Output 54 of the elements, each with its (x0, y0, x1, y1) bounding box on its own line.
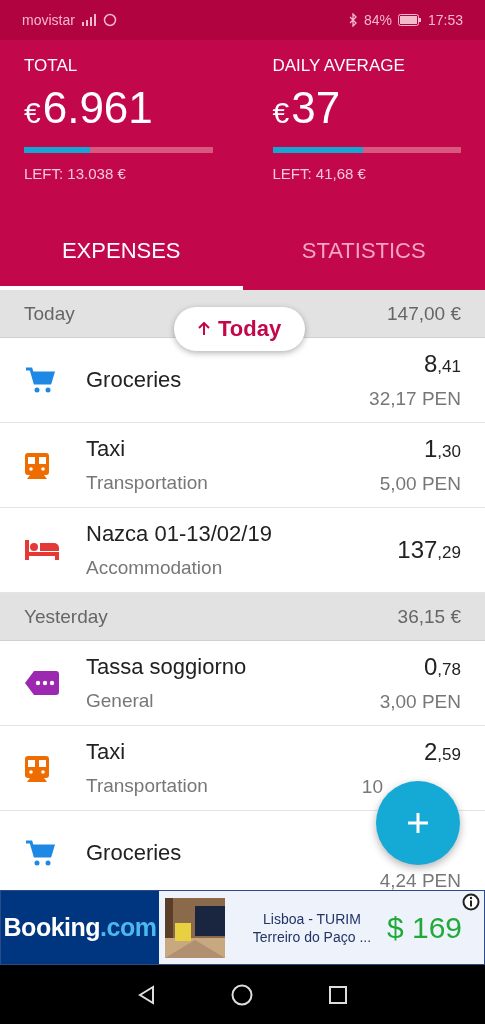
tag-icon (24, 670, 60, 696)
expense-amount: 137,29 (397, 536, 461, 564)
bluetooth-icon (347, 13, 358, 27)
section-title: Today (24, 302, 75, 325)
converted-amount: 3,00 PEN (379, 691, 461, 713)
brand-logo: Booking.com (1, 891, 159, 964)
expense-category: Accommodation (86, 557, 224, 579)
expense-name: Tassa soggiorno (86, 654, 248, 680)
ad-banner[interactable]: Booking.com Lisboa - TURIM Terreiro do Paço ... $ 169 (0, 890, 485, 965)
bed-icon (24, 538, 60, 562)
expense-name: Taxi (86, 436, 127, 462)
ad-price: $ 169 (386, 910, 462, 945)
section-total: 36,15 € (397, 605, 461, 628)
ad-title: Lisboa - TURIM (262, 909, 362, 928)
recents-icon[interactable] (327, 984, 348, 1005)
tab[interactable]: STATISTICS (242, 215, 485, 290)
section-total: 147,00 € (387, 302, 461, 325)
jump-today-button[interactable]: Today (174, 307, 306, 351)
expense-name: Groceries (86, 367, 183, 393)
section-title: Yesterday (24, 605, 108, 628)
expense-category: Transportation (86, 472, 209, 494)
arrow-up-icon (198, 322, 210, 336)
plus-icon (407, 812, 429, 834)
expense-amount: 0,78 (423, 653, 461, 681)
carrier-name: movistar (22, 12, 75, 28)
train-icon (24, 450, 50, 480)
train-icon (24, 753, 50, 783)
ad-subtitle: Terreiro do Paço ... (251, 927, 373, 946)
remaining-text: LEFT: 41,68 € (272, 165, 367, 182)
battery-percent: 84% (363, 12, 392, 28)
converted-amount: 32,17 PEN (369, 388, 461, 410)
battery-icon (397, 14, 422, 26)
cart-icon (24, 839, 56, 867)
expense-category: Transportation (86, 775, 209, 797)
summary-label: TOTAL (24, 56, 79, 76)
info-icon[interactable] (462, 893, 480, 911)
clock-time: 17:53 (427, 12, 463, 28)
expense-amount: 2,59 (423, 738, 461, 766)
expense-amount: 8,41 (423, 350, 461, 378)
remaining-text: LEFT: 13.038 € (24, 165, 127, 182)
expense-name: Nazca 01-13/02/19 (86, 521, 273, 547)
summary-label: DAILY AVERAGE (272, 56, 406, 76)
cart-icon (24, 366, 56, 394)
home-icon[interactable] (231, 983, 254, 1006)
signal-icon (80, 14, 97, 26)
expense-category: General (86, 690, 155, 712)
summary-value: €6.961 (24, 84, 154, 134)
expense-name: Taxi (86, 739, 127, 765)
converted-amount: 4,24 PEN (379, 870, 461, 890)
expense-amount: 1,30 (423, 435, 461, 463)
expense-name: Groceries (86, 840, 183, 866)
converted-amount: 5,00 PEN (379, 473, 461, 495)
converted-amount: 10 (361, 776, 384, 798)
summary-value: €37 (272, 84, 342, 134)
